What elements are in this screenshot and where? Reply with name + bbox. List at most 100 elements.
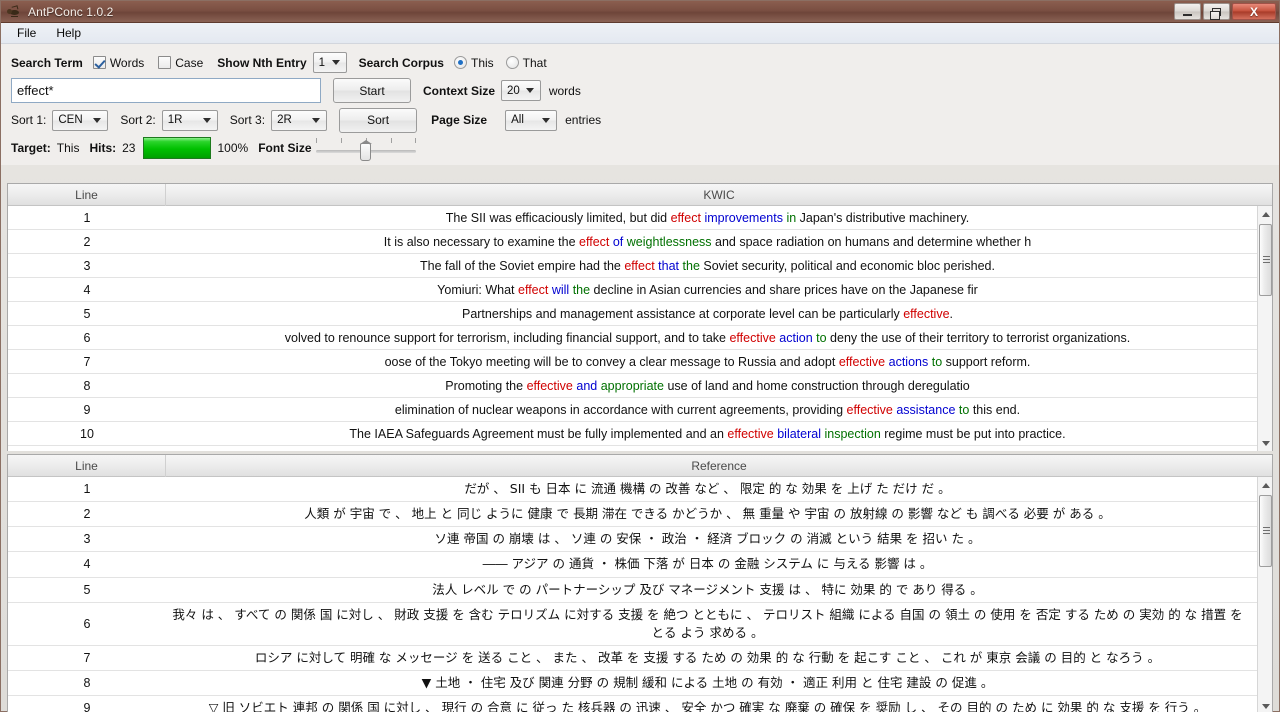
minimize-button[interactable] (1174, 3, 1201, 20)
kwic-keyword: effective (527, 379, 573, 393)
context-size-select[interactable]: 20 (501, 80, 541, 101)
reference-text: ロシア に対して 明確 な メッセージ を 送る こと 、 また 、 改革 を … (166, 646, 1257, 670)
search-corpus-label: Search Corpus (359, 56, 444, 70)
reference-line-number: 9 (8, 698, 166, 712)
kwic-concordance-text: The SII was efficaciously limited, but d… (166, 208, 1257, 228)
progress-percent: 100% (217, 141, 248, 155)
scroll-down-icon[interactable] (1258, 698, 1273, 712)
reference-text: 法人 レベル で の パートナーシップ 及び マネージメント 支援 は 、 特に… (166, 578, 1257, 602)
sort1-select[interactable]: CEN (52, 110, 108, 131)
context-size-label: Context Size (423, 84, 495, 98)
table-row[interactable]: 7oose of the Tokyo meeting will be to co… (8, 350, 1257, 374)
table-row[interactable]: 8▼ 土地 ・ 住宅 及び 関連 分野 の 規制 緩和 による 土地 の 有効 … (8, 671, 1257, 696)
controls-row-1: Search Term Words Case Show Nth Entry 1 … (11, 49, 1269, 76)
entries-label: entries (565, 113, 601, 127)
corpus-that-radio[interactable] (506, 56, 519, 69)
table-row[interactable]: 3The fall of the Soviet empire had the e… (8, 254, 1257, 278)
sort-button[interactable]: Sort (339, 108, 417, 133)
page-size-select[interactable]: All (505, 110, 557, 131)
kwic-right2: in (786, 211, 796, 225)
kwic-keyword: effective (727, 427, 773, 441)
kwic-right1: bilateral (777, 427, 821, 441)
table-row[interactable]: 6我々 は 、 すべて の 関係 国 に対し 、 財政 支援 を 含む テロリズ… (8, 603, 1257, 646)
kwic-col-kwic-header[interactable]: KWIC (166, 184, 1272, 206)
sort3-select[interactable]: 2R (271, 110, 327, 131)
kwic-concordance-text: oose of the Tokyo meeting will be to con… (166, 352, 1257, 372)
kwic-line-number: 9 (8, 400, 166, 420)
table-row[interactable]: 2It is also necessary to examine the eff… (8, 230, 1257, 254)
kwic-right1: actions (889, 355, 929, 369)
maximize-button[interactable] (1203, 3, 1230, 20)
reference-scrollbar-thumb[interactable] (1259, 495, 1272, 567)
close-button[interactable]: X (1232, 3, 1276, 20)
table-row[interactable]: 9elimination of nuclear weapons in accor… (8, 398, 1257, 422)
kwic-right2: to (816, 331, 826, 345)
kwic-concordance-text: Yomiuri: What effect will the decline in… (166, 280, 1257, 300)
table-row[interactable]: 5Partnerships and management assistance … (8, 302, 1257, 326)
menu-item-file[interactable]: File (7, 24, 46, 42)
results-area: Line KWIC 1The SII was efficaciously lim… (7, 183, 1273, 711)
corpus-this-label: This (471, 56, 494, 70)
kwic-right2: inspection (824, 427, 880, 441)
kwic-keyword: effect (518, 283, 548, 297)
controls-panel: Search Term Words Case Show Nth Entry 1 … (1, 44, 1279, 165)
scroll-up-icon[interactable] (1258, 206, 1273, 222)
ref-col-reference-header[interactable]: Reference (166, 455, 1272, 477)
sort2-select[interactable]: 1R (162, 110, 218, 131)
reference-text: ソ連 帝国 の 崩壊 は 、 ソ連 の 安保 ・ 政治 ・ 経済 ブロック の … (166, 527, 1257, 551)
table-row[interactable]: 8Promoting the effective and appropriate… (8, 374, 1257, 398)
font-size-slider[interactable] (316, 135, 416, 161)
scroll-down-icon[interactable] (1258, 435, 1273, 451)
start-button[interactable]: Start (333, 78, 411, 103)
kwic-right2: the (683, 259, 700, 273)
page-size-value: All (511, 114, 530, 126)
words-checkbox[interactable] (93, 56, 106, 69)
menu-item-help[interactable]: Help (46, 24, 91, 42)
table-row[interactable]: 7ロシア に対して 明確 な メッセージ を 送る こと 、 また 、 改革 を… (8, 646, 1257, 671)
search-input[interactable] (11, 78, 321, 103)
close-icon: X (1250, 5, 1258, 19)
kwic-scrollbar-thumb[interactable] (1259, 224, 1272, 296)
nth-entry-select[interactable]: 1 (313, 52, 347, 73)
table-row[interactable]: 4―― アジア の 通貨 ・ 株価 下落 が 日本 の 金融 システム に 与え… (8, 552, 1257, 577)
kwic-right1: action (779, 331, 812, 345)
app-window: AntPConc 1.0.2 X File Help Search Term W… (0, 0, 1280, 712)
search-term-label: Search Term (11, 56, 83, 70)
kwic-keyword: effective (903, 307, 949, 321)
reference-line-number: 5 (8, 580, 166, 600)
kwic-line-number: 7 (8, 352, 166, 372)
kwic-line-number: 1 (8, 208, 166, 228)
context-size-value: 20 (507, 85, 526, 97)
table-row[interactable]: 9▽ 旧 ソビエト 連邦 の 関係 国 に対し 、 現行 の 合意 に 従っ た… (8, 696, 1257, 712)
scroll-up-icon[interactable] (1258, 477, 1273, 493)
table-row[interactable]: 1だが 、 SII も 日本 に 流通 機構 の 改善 など 、 限定 的 な … (8, 477, 1257, 502)
chevron-down-icon (526, 88, 534, 93)
kwic-right2: to (959, 403, 969, 417)
table-row[interactable]: 1The SII was efficaciously limited, but … (8, 206, 1257, 230)
kwic-col-line-header[interactable]: Line (8, 184, 166, 206)
table-row[interactable]: 5法人 レベル で の パートナーシップ 及び マネージメント 支援 は 、 特… (8, 578, 1257, 603)
table-row[interactable]: 3ソ連 帝国 の 崩壊 は 、 ソ連 の 安保 ・ 政治 ・ 経済 ブロック の… (8, 527, 1257, 552)
chevron-down-icon (542, 118, 550, 123)
reference-vertical-scrollbar[interactable] (1257, 477, 1272, 712)
chevron-down-icon (312, 118, 320, 123)
corpus-this-radio[interactable] (454, 56, 467, 69)
kwic-vertical-scrollbar[interactable] (1257, 206, 1272, 451)
case-checkbox[interactable] (158, 56, 171, 69)
ref-col-line-header[interactable]: Line (8, 455, 166, 477)
chevron-down-icon (332, 60, 340, 65)
table-row[interactable]: 2人類 が 宇宙 で 、 地上 と 同じ ように 健康 で 長期 滞在 できる … (8, 502, 1257, 527)
table-row[interactable]: 6volved to renounce support for terroris… (8, 326, 1257, 350)
kwic-right1: assistance (896, 403, 955, 417)
kwic-pane: Line KWIC 1The SII was efficaciously lim… (7, 183, 1273, 451)
restore-icon (1212, 8, 1221, 16)
kwic-keyword: effect (624, 259, 654, 273)
table-row[interactable]: 4Yomiuri: What effect will the decline i… (8, 278, 1257, 302)
table-row[interactable]: 10The IAEA Safeguards Agreement must be … (8, 422, 1257, 446)
kwic-right2: to (932, 355, 942, 369)
chevron-down-icon (93, 118, 101, 123)
kwic-keyword: effective (847, 403, 893, 417)
kwic-keyword: effective (729, 331, 775, 345)
nth-entry-value: 1 (319, 57, 331, 69)
slider-thumb[interactable] (360, 143, 371, 161)
